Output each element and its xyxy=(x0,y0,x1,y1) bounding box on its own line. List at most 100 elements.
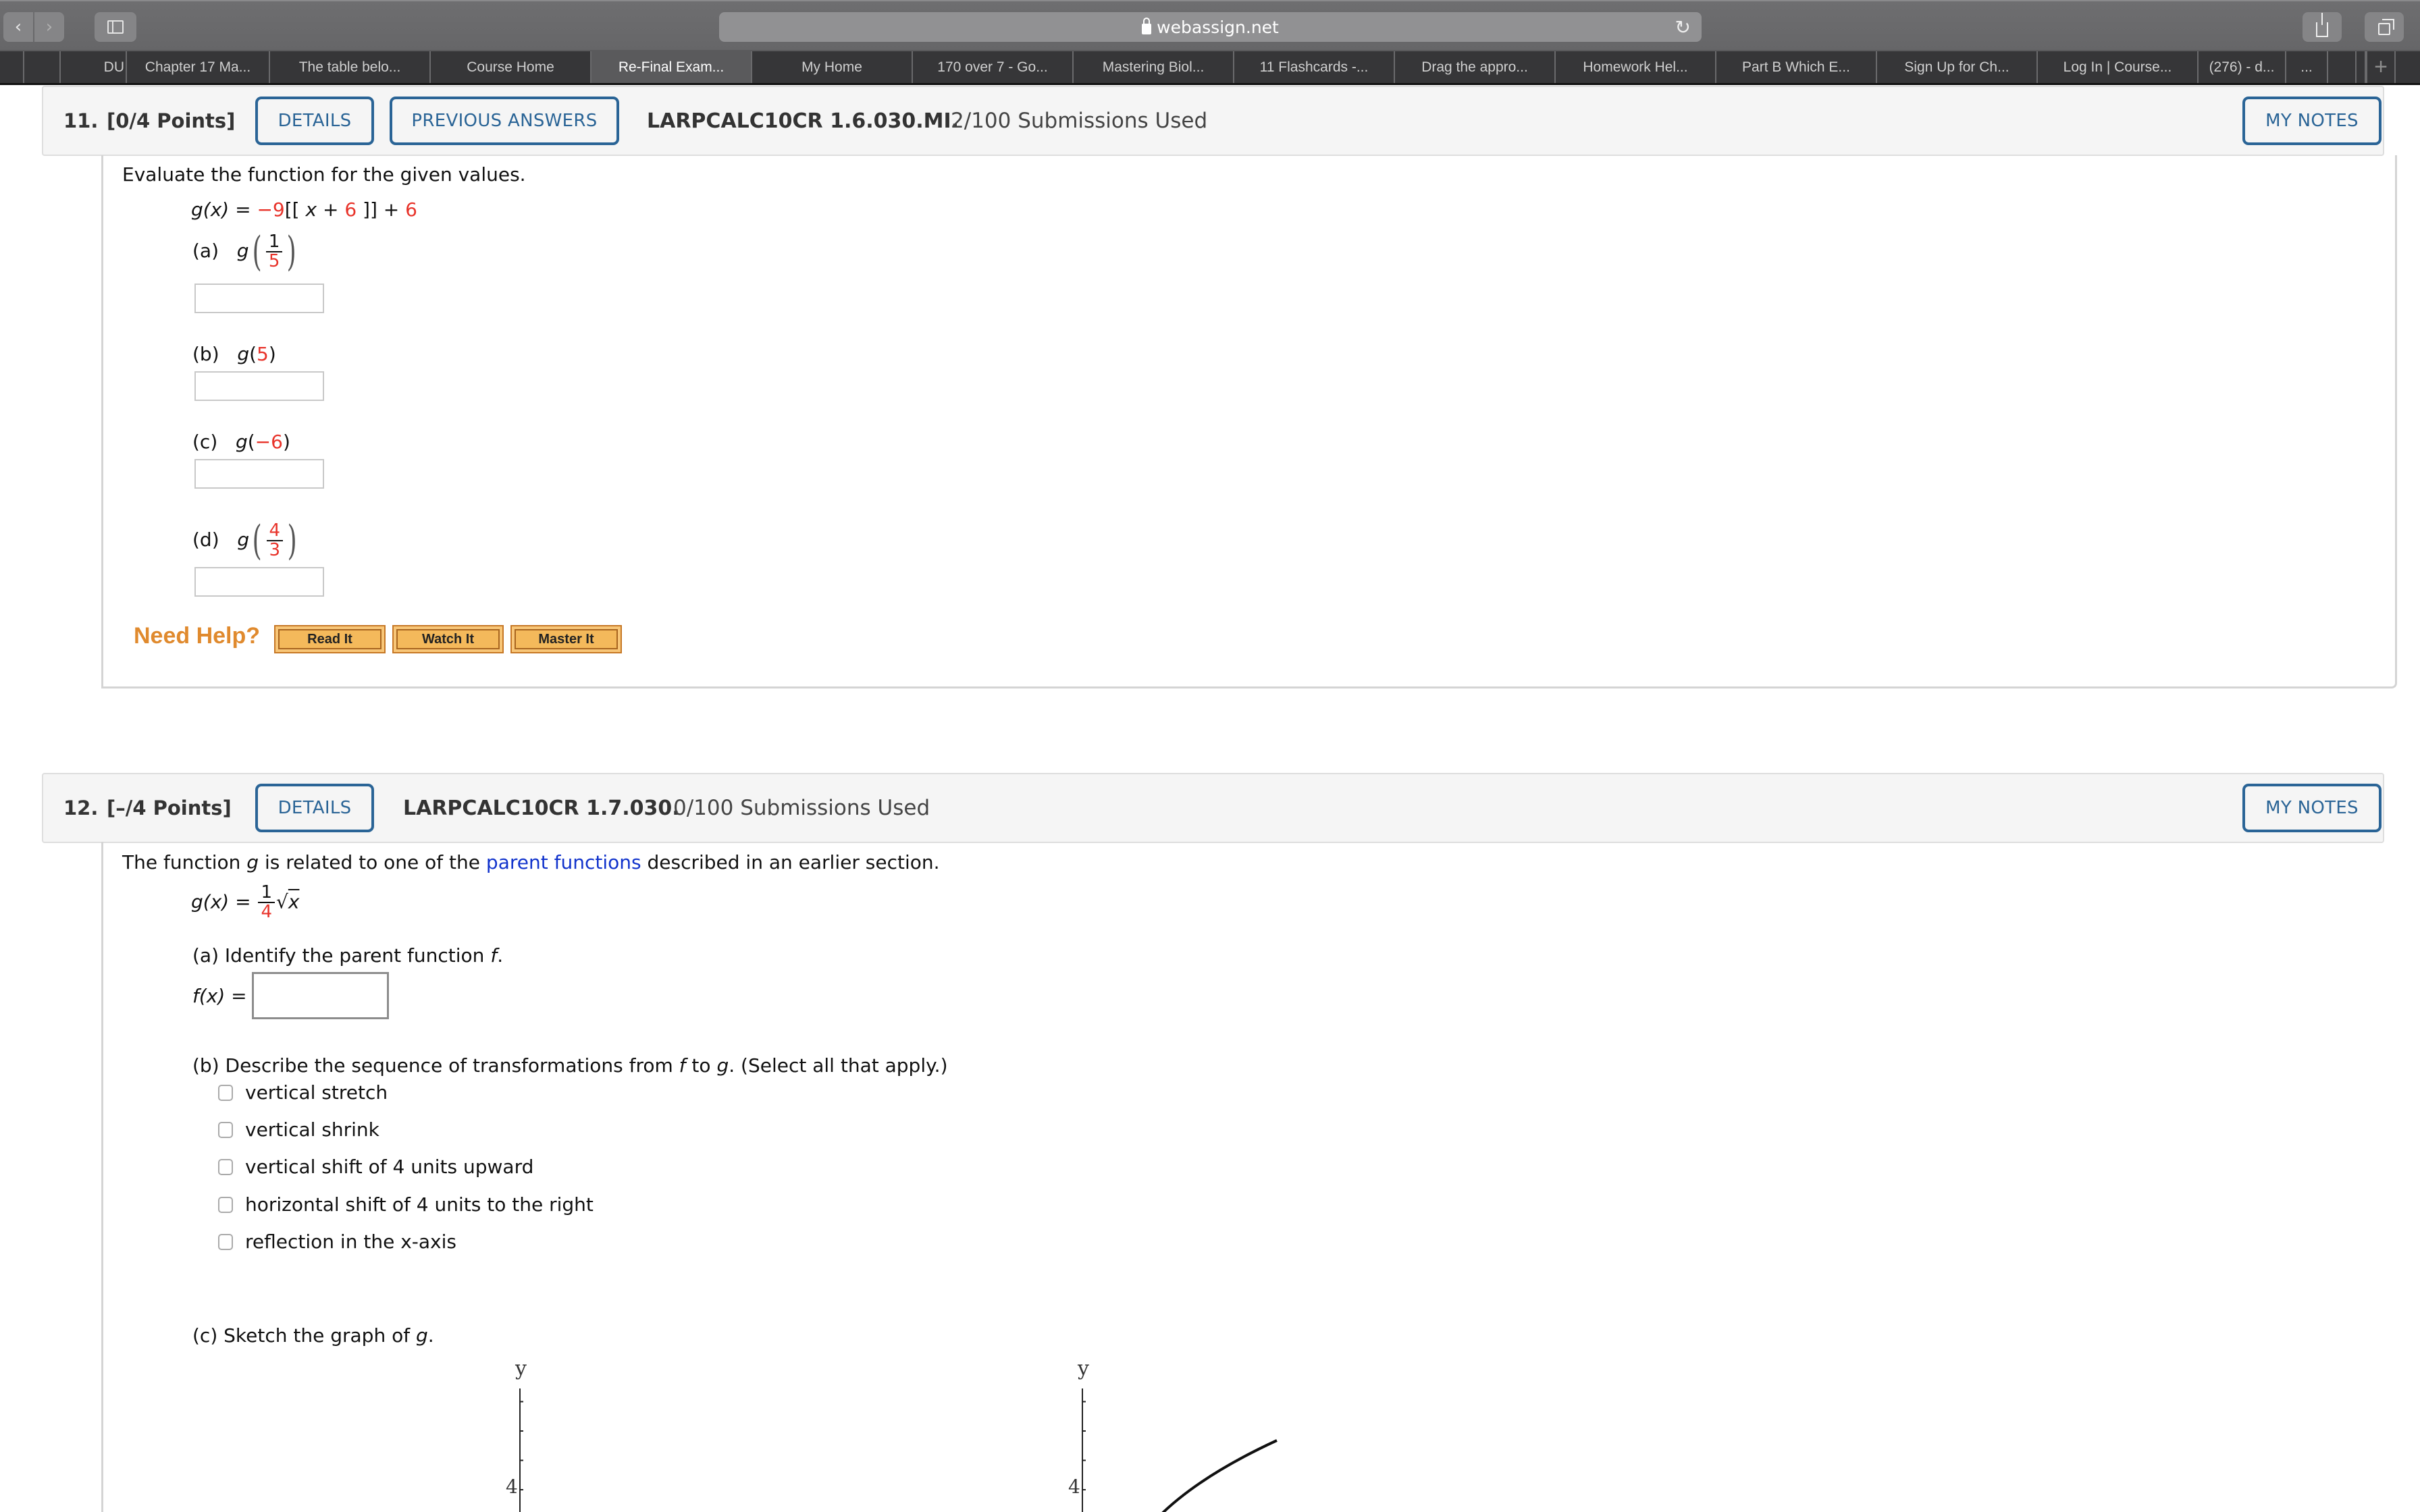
part-d-expression: (d) g(4 3) xyxy=(192,517,297,564)
browser-tab-label: 170 over 7 - Go... xyxy=(937,59,1048,75)
browser-tab-label: Homework Hel... xyxy=(1583,59,1688,75)
function-definition: g(x) = 1 4 √x xyxy=(191,882,300,923)
option-horizontal-shift-right[interactable]: horizontal shift of 4 units to the right xyxy=(218,1193,594,1216)
master-it-button[interactable]: Master It xyxy=(510,625,622,653)
parent-functions-link[interactable]: parent functions xyxy=(486,851,641,873)
submissions-used: 2/100 Submissions Used xyxy=(951,109,1208,133)
browser-tab[interactable]: Log In | Course... xyxy=(2038,51,2199,83)
browser-tab[interactable]: ... xyxy=(2286,51,2328,83)
sidebar-icon xyxy=(107,20,124,34)
browser-tab-label: (276) - d... xyxy=(2209,59,2275,75)
browser-tab[interactable]: Sign Up for Ch... xyxy=(1877,51,2038,83)
browser-tab-label: Part B Which E... xyxy=(1742,59,1850,75)
question-prompt: Evaluate the function for the given valu… xyxy=(122,163,526,186)
chevron-right-icon: › xyxy=(45,17,53,37)
checkbox[interactable] xyxy=(218,1084,233,1101)
browser-tab-label: 11 Flashcards -... xyxy=(1259,59,1369,75)
url-text: webassign.net xyxy=(1157,17,1279,37)
question-12-body: The function g is related to one of the … xyxy=(101,842,2397,1512)
new-tab-button[interactable]: + xyxy=(2366,51,2396,83)
question-11-body: Evaluate the function for the given valu… xyxy=(101,155,2397,688)
browser-tab[interactable] xyxy=(0,51,24,83)
browser-tab[interactable] xyxy=(2328,51,2357,83)
part-a-expression: (a) g(1 5) xyxy=(192,228,297,275)
y-axis-label: y xyxy=(515,1357,527,1380)
parent-function-input[interactable] xyxy=(252,972,389,1019)
question-code: LARPCALC10CR 1.7.030. xyxy=(403,796,680,820)
forward-button[interactable]: › xyxy=(34,12,64,42)
tab-bar: DU Chapter 17 Ma... The table belo... Cours… xyxy=(0,50,2420,85)
details-button[interactable]: DETAILS xyxy=(255,784,374,832)
browser-tab-label: The table belo... xyxy=(298,59,401,75)
need-help-label: Need Help? xyxy=(134,623,261,649)
back-button[interactable]: ‹ xyxy=(3,12,33,42)
graph-option-2[interactable]: y 4 xyxy=(1044,1355,1449,1512)
tab-overview-button[interactable] xyxy=(2365,12,2404,42)
function-curve xyxy=(1161,1439,1278,1512)
question-code: LARPCALC10CR 1.6.030.MI. xyxy=(647,109,959,133)
browser-tab-label: DU xyxy=(103,59,124,75)
read-it-button[interactable]: Read It xyxy=(274,625,386,653)
previous-answers-button[interactable]: PREVIOUS ANSWERS xyxy=(390,97,619,145)
checkbox[interactable] xyxy=(218,1233,233,1250)
y-tick-label-4: 4 xyxy=(1068,1476,1080,1498)
option-vertical-shift-up[interactable]: vertical shift of 4 units upward xyxy=(218,1156,533,1178)
reload-icon[interactable]: ↻ xyxy=(1675,16,1691,38)
checkbox[interactable] xyxy=(218,1121,233,1138)
question-points: [–/4 Points] xyxy=(107,796,232,819)
part-b-prompt: (b) Describe the sequence of transformat… xyxy=(192,1054,948,1077)
sidebar-toggle-button[interactable] xyxy=(95,12,136,42)
browser-tab[interactable]: Drag the appro... xyxy=(1395,51,1556,83)
browser-tab[interactable]: Re-Final Exam... xyxy=(591,51,752,83)
browser-tab[interactable]: Chapter 17 Ma... xyxy=(127,51,270,83)
chevron-left-icon: ‹ xyxy=(14,17,22,37)
checkbox[interactable] xyxy=(218,1196,233,1213)
part-b-expression: (b) g(5) xyxy=(192,343,276,365)
browser-tab-label: Log In | Course... xyxy=(2063,59,2172,75)
browser-tab[interactable]: My Home xyxy=(752,51,913,83)
graph-option-1[interactable]: y 4 xyxy=(481,1355,752,1512)
browser-tab-label: Sign Up for Ch... xyxy=(1904,59,2009,75)
part-c-answer-input[interactable] xyxy=(194,459,324,489)
submissions-used: 0/100 Submissions Used xyxy=(673,796,930,820)
checkbox[interactable] xyxy=(218,1158,233,1175)
option-reflection-x-axis[interactable]: reflection in the x-axis xyxy=(218,1231,456,1253)
browser-tab[interactable]: The table belo... xyxy=(270,51,431,83)
part-b-answer-input[interactable] xyxy=(194,371,324,401)
browser-tab-label: Drag the appro... xyxy=(1421,59,1528,75)
share-button[interactable] xyxy=(2303,12,2342,42)
part-a-answer-input[interactable] xyxy=(194,284,324,313)
y-tick-label-4: 4 xyxy=(506,1476,518,1498)
lock-icon xyxy=(1142,18,1152,34)
browser-tab[interactable]: DU xyxy=(61,51,127,83)
function-definition: g(x) = −9[[ x + 6 ]] + 6 xyxy=(191,198,417,221)
browser-tab[interactable]: Homework Hel... xyxy=(1556,51,1716,83)
my-notes-button[interactable]: MY NOTES xyxy=(2242,784,2382,832)
browser-tab[interactable]: (276) - d... xyxy=(2199,51,2286,83)
browser-tab[interactable]: Mastering Biol... xyxy=(1074,51,1234,83)
browser-tab[interactable]: Course Home xyxy=(431,51,591,83)
details-button[interactable]: DETAILS xyxy=(255,97,374,145)
part-a-prompt: (a) Identify the parent function f. xyxy=(192,944,504,967)
browser-tab[interactable]: Part B Which E... xyxy=(1716,51,1877,83)
browser-tab[interactable]: 170 over 7 - Go... xyxy=(913,51,1074,83)
browser-tab[interactable]: 11 Flashcards -... xyxy=(1234,51,1395,83)
question-12-header: 12. [–/4 Points] DETAILS LARPCALC10CR 1.… xyxy=(42,773,2384,843)
watch-it-button[interactable]: Watch It xyxy=(392,625,504,653)
question-points: [0/4 Points] xyxy=(107,109,236,132)
address-bar[interactable]: webassign.net ↻ xyxy=(719,12,1702,42)
share-icon xyxy=(2316,13,2328,37)
question-11-header: 11. [0/4 Points] DETAILS PREVIOUS ANSWER… xyxy=(42,86,2384,156)
y-axis-label: y xyxy=(1077,1357,1089,1380)
browser-tab[interactable] xyxy=(24,51,61,83)
option-vertical-shrink[interactable]: vertical shrink xyxy=(218,1118,379,1141)
browser-toolbar: ‹ › webassign.net ↻ xyxy=(0,0,2420,50)
part-c-prompt: (c) Sketch the graph of g. xyxy=(192,1324,434,1347)
my-notes-button[interactable]: MY NOTES xyxy=(2242,97,2382,145)
part-d-answer-input[interactable] xyxy=(194,567,324,597)
browser-tab[interactable] xyxy=(2357,51,2366,83)
browser-tab-label: ... xyxy=(2300,59,2313,75)
part-c-expression: (c) g(−6) xyxy=(192,431,290,453)
option-vertical-stretch[interactable]: vertical stretch xyxy=(218,1081,388,1104)
question-number: 11. xyxy=(63,109,99,132)
